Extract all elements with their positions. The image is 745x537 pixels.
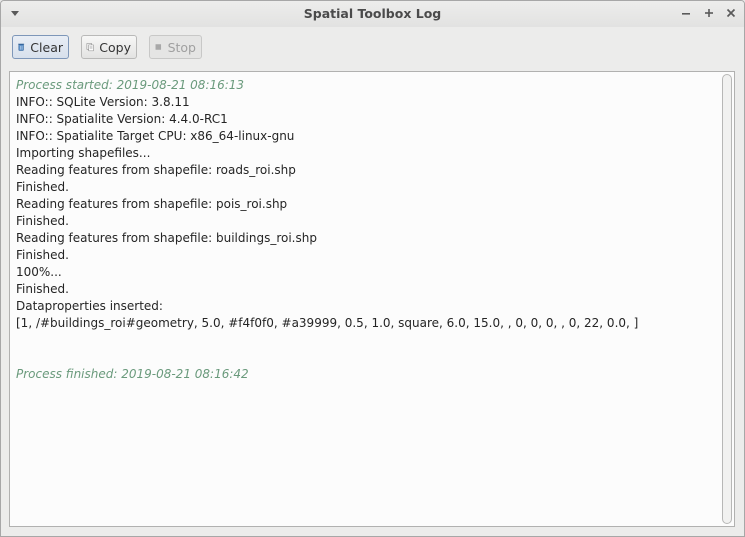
log-line: Importing shapefiles... — [16, 146, 151, 160]
minimize-icon[interactable] — [679, 6, 693, 20]
log-line: INFO:: SQLite Version: 3.8.11 — [16, 95, 190, 109]
stop-button[interactable]: Stop — [149, 35, 202, 59]
stop-icon — [155, 44, 162, 50]
vertical-scrollbar[interactable] — [722, 74, 732, 524]
trash-icon — [18, 43, 25, 51]
log-lines: Process started: 2019-08-21 08:16:13 INFO… — [16, 77, 716, 383]
log-line: [1, /#buildings_roi#geometry, 5.0, #f4f0… — [16, 316, 639, 330]
log-line: Finished. — [16, 180, 69, 194]
close-icon[interactable] — [724, 6, 738, 20]
log-line: INFO:: Spatialite Target CPU: x86_64-lin… — [16, 129, 295, 143]
clear-label: Clear — [30, 39, 63, 55]
log-status-line: Process started: 2019-08-21 08:16:13 — [16, 78, 245, 92]
clear-button[interactable]: Clear — [12, 35, 69, 59]
scrollbar-thumb[interactable] — [722, 74, 732, 524]
stop-label: Stop — [167, 39, 196, 55]
log-line: Finished. — [16, 282, 69, 296]
log-line: Reading features from shapefile: buildin… — [16, 231, 317, 245]
toolbar: Clear Copy Stop — [1, 27, 744, 71]
log-output[interactable]: Process started: 2019-08-21 08:16:13 INFO… — [9, 71, 735, 527]
log-line: 100%... — [16, 265, 62, 279]
maximize-icon[interactable] — [702, 6, 716, 20]
log-line: Finished. — [16, 214, 69, 228]
log-line: Dataproperties inserted: — [16, 299, 163, 313]
log-status-line: Process finished: 2019-08-21 08:16:42 — [16, 367, 249, 381]
copy-icon — [86, 43, 94, 52]
copy-button[interactable]: Copy — [81, 35, 137, 59]
log-line: INFO:: Spatialite Version: 4.4.0-RC1 — [16, 112, 228, 126]
window-title: Spatial Toolbox Log — [303, 6, 442, 21]
log-window: Spatial Toolbox Log Clear Copy Stop Proc… — [0, 0, 745, 537]
log-line: Finished. — [16, 248, 69, 262]
log-line: Reading features from shapefile: roads_r… — [16, 163, 296, 177]
copy-label: Copy — [99, 39, 131, 55]
title-bar[interactable]: Spatial Toolbox Log — [1, 1, 744, 27]
log-line: Reading features from shapefile: pois_ro… — [16, 197, 288, 211]
